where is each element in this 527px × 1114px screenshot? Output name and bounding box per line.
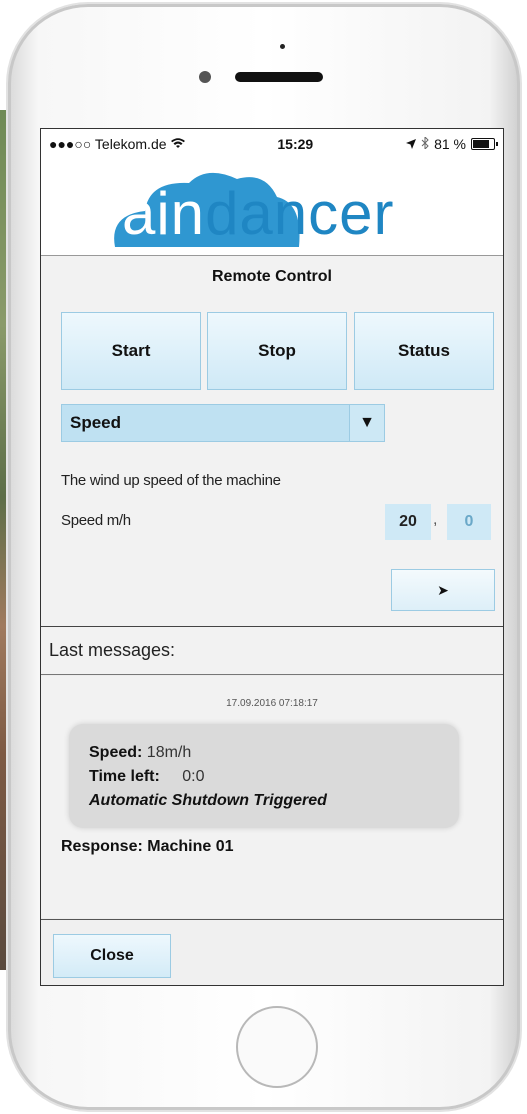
send-arrow-icon: ➤ xyxy=(437,581,449,598)
message-bubble: Speed: 18m/h Time left: 0:0 Automatic Sh… xyxy=(69,724,459,828)
bluetooth-icon xyxy=(421,135,429,152)
close-button[interactable]: Close xyxy=(53,934,171,978)
status-bar: ●●●○○ Telekom.de 15:29 81 % xyxy=(41,129,503,159)
dropdown-arrow-icon[interactable]: ▼ xyxy=(349,404,385,442)
send-button[interactable]: ➤ xyxy=(391,569,495,611)
decimal-separator: , xyxy=(433,511,438,528)
messages-list: 17.09.2016 07:18:17 Speed: 18m/h Time le… xyxy=(41,676,503,918)
app-header-logo: raindancer xyxy=(41,159,503,256)
message-response: Response: Machine 01 xyxy=(61,838,234,855)
logo-wordmark: raindancer xyxy=(101,180,395,247)
stop-button[interactable]: Stop xyxy=(207,312,347,390)
proximity-sensor xyxy=(280,44,285,49)
speed-decimal-input[interactable]: 0 xyxy=(447,504,491,540)
location-arrow-icon xyxy=(406,136,417,152)
app-screen: ●●●○○ Telekom.de 15:29 81 % raindancer R… xyxy=(40,128,504,986)
battery-percent: 81 % xyxy=(434,136,466,152)
speed-integer-input[interactable]: 20 xyxy=(385,504,431,540)
carrier-label: ●●●○○ Telekom.de xyxy=(49,136,167,152)
speed-label: Speed m/h xyxy=(61,512,131,529)
battery-icon xyxy=(471,138,498,150)
message-shutdown-line: Automatic Shutdown Triggered xyxy=(89,792,327,809)
footer-bar: Close xyxy=(41,919,503,985)
earpiece-speaker xyxy=(235,72,323,82)
message-timestamp: 17.09.2016 07:18:17 xyxy=(226,698,318,709)
start-button[interactable]: Start xyxy=(61,312,201,390)
status-button[interactable]: Status xyxy=(354,312,494,390)
parameter-description: The wind up speed of the machine xyxy=(61,472,281,489)
remote-control-panel: Remote Control Start Stop Status Speed ▼… xyxy=(41,256,503,627)
front-camera xyxy=(199,71,211,83)
panel-title: Remote Control xyxy=(212,268,332,285)
clock: 15:29 xyxy=(277,136,314,152)
messages-header: Last messages: xyxy=(41,627,503,675)
wifi-icon xyxy=(170,136,185,152)
parameter-select[interactable]: Speed xyxy=(61,404,383,442)
parameter-select-value: Speed xyxy=(70,413,122,432)
home-button[interactable] xyxy=(236,1006,318,1088)
message-time-line: Time left: 0:0 xyxy=(89,768,205,785)
message-speed-line: Speed: 18m/h xyxy=(89,744,192,761)
